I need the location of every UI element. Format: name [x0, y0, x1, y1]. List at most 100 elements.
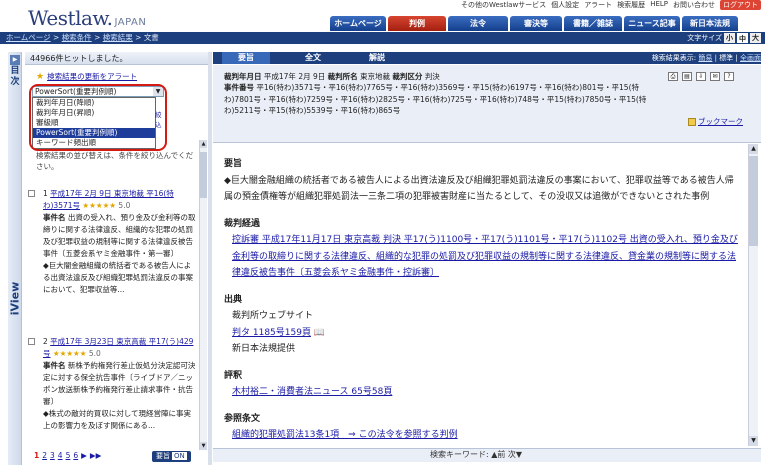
- summary-toggle-label: 要旨: [156, 452, 170, 460]
- page-2[interactable]: 2: [42, 451, 47, 460]
- summary-toggle[interactable]: 要旨 ON: [152, 451, 191, 462]
- nav-tab-hanrei[interactable]: 判例: [388, 16, 446, 31]
- font-size-medium[interactable]: 中: [737, 33, 748, 43]
- scroll-up-icon[interactable]: ▲: [200, 140, 207, 148]
- download-icon[interactable]: ⇩: [696, 72, 706, 81]
- breadcrumb: ホームページ > 検索条件 > 検索結果 > 文書: [6, 33, 159, 42]
- result-case-name: 出資の受入れ、預り金及び金利等の取締りに関する法律違反、組織的な犯罪の処罰及び犯…: [43, 213, 196, 258]
- scroll-down-icon[interactable]: ▼: [200, 442, 207, 450]
- document-meta: 裁判年月日 平成17年 2月 9日 裁判所名 東京地裁 裁判区分 判決 事件番号…: [224, 71, 664, 117]
- collapse-arrow-icon[interactable]: ▶: [10, 55, 20, 65]
- nav-tab-hourei[interactable]: 法令: [448, 16, 508, 31]
- util-settings[interactable]: 個人設定: [551, 0, 579, 10]
- breadcrumb-document: 文書: [143, 33, 159, 42]
- pager: 1 2 3 4 5 6 ▶ ▶▶: [34, 451, 101, 460]
- right-scrollbar[interactable]: ▲ ▼: [748, 144, 758, 446]
- nav-tab-home[interactable]: ホームページ: [330, 16, 386, 31]
- section-title-shutten: 出典: [224, 294, 243, 305]
- page-6[interactable]: 6: [73, 451, 78, 460]
- display-mode-standard[interactable]: 標準: [719, 54, 733, 62]
- nav-tab-books[interactable]: 書籍／雑誌: [564, 16, 622, 31]
- meta-date-label: 裁判年月日: [224, 72, 262, 81]
- bookmark-link[interactable]: ブックマーク: [688, 116, 743, 127]
- tab-zenbun[interactable]: 全文: [282, 52, 344, 64]
- mokuji-label[interactable]: 目次: [9, 66, 21, 88]
- meta-court-label: 裁判所名: [327, 72, 358, 81]
- mail-icon[interactable]: ✉: [710, 72, 720, 81]
- sansho-link[interactable]: 組織的犯罪処罰法13条1項 ⇒ この法令を参照する判例: [224, 427, 740, 444]
- scroll-thumb[interactable]: [749, 156, 758, 246]
- book-icon[interactable]: 📖: [314, 328, 325, 338]
- breadcrumb-search-conditions[interactable]: 検索条件: [62, 33, 92, 42]
- page-4[interactable]: 4: [58, 451, 63, 460]
- logout-button[interactable]: ログアウト: [720, 0, 761, 10]
- help-icon[interactable]: ?: [724, 72, 734, 81]
- meta-case-no: 平16(特わ)3571号・平16(特わ)7765号・平16(特わ)3569号・平…: [224, 83, 647, 116]
- hyoshaku-link[interactable]: 木村裕二・消費者法ニュース 65号58頁: [224, 384, 740, 401]
- result-case-name: 新株予約権発行差止仮処分決定認可決定に対する保全抗告事件〔ライブドア／ニッポン放…: [43, 361, 196, 406]
- util-help[interactable]: HELP: [650, 0, 668, 10]
- font-size-control: 文字サイズ 小 中 大: [687, 33, 761, 43]
- section-title-sansho: 参照条文: [224, 413, 261, 424]
- page-1[interactable]: 1: [34, 451, 39, 460]
- section-title-keika: 裁判経過: [224, 218, 261, 229]
- scroll-thumb[interactable]: [200, 152, 207, 198]
- display-mode-label: 検索結果表示:: [651, 54, 697, 62]
- iview-label[interactable]: iView: [9, 278, 22, 320]
- result-number: 1: [43, 189, 48, 198]
- panel-divider[interactable]: [208, 52, 212, 465]
- document-content: 要旨 ◆巨大闇金融組織の統括者である被告人による出資法違反及び組織犯罪処罰法違反…: [224, 150, 740, 444]
- font-size-small[interactable]: 小: [724, 33, 735, 43]
- tab-youshi[interactable]: 要旨: [222, 52, 270, 64]
- result-number: 2: [43, 337, 48, 346]
- last-page-icon[interactable]: ▶▶: [90, 451, 102, 460]
- nav-tab-shinketsu[interactable]: 審決等: [510, 16, 562, 31]
- display-mode-full[interactable]: 全画面: [740, 54, 761, 62]
- highlight-annotation: [29, 84, 167, 151]
- document-tools: ⎙ ▤ ⇩ ✉ ?: [668, 72, 734, 81]
- result-checkbox[interactable]: [28, 338, 35, 345]
- tab-kaisetsu[interactable]: 解説: [352, 52, 402, 64]
- meta-case-no-label: 事件番号: [224, 83, 254, 93]
- util-contact[interactable]: お問い合わせ: [673, 0, 715, 10]
- display-mode-simple[interactable]: 簡易: [698, 54, 712, 62]
- meta-kind-label: 裁判区分: [392, 72, 423, 81]
- page-5[interactable]: 5: [66, 451, 71, 460]
- scroll-down-icon[interactable]: ▼: [749, 436, 758, 446]
- util-alert[interactable]: アラート: [584, 0, 612, 10]
- result-checkbox[interactable]: [28, 190, 35, 197]
- print-icon[interactable]: ⎙: [668, 72, 678, 81]
- breadcrumb-home[interactable]: ホームページ: [6, 33, 51, 42]
- search-keyword-nav[interactable]: 検索キーワード: ▲前 次▼: [430, 449, 522, 460]
- shutten-link[interactable]: 判タ 1185号159頁: [232, 328, 311, 338]
- utility-links: その他のWestlawサービス 個人設定 アラート 検索履歴 HELP お問い合…: [461, 0, 761, 10]
- result-summary: ◆巨大闇金融組織の統括者である被告人による出資法違反及び組織犯罪処罰法違反の事案…: [43, 261, 193, 294]
- keika-link[interactable]: 控訴審 平成17年11月17日 東京高裁 判決 平17(う)1100号・平17(…: [224, 232, 740, 282]
- result-stars: ★★★★★: [82, 201, 117, 210]
- util-history[interactable]: 検索履歴: [617, 0, 645, 10]
- shutten-item: 裁判所ウェブサイト: [232, 311, 314, 321]
- breadcrumb-search-results[interactable]: 検索結果: [103, 33, 133, 42]
- shutten-item: 新日本法規提供: [232, 344, 296, 354]
- nav-tab-news[interactable]: ニュース記事: [624, 16, 680, 31]
- nav-tab-shinnihon[interactable]: 新日本法規: [682, 16, 738, 31]
- alert-link-text[interactable]: 検索結果の更新をアラート: [47, 72, 137, 81]
- youshi-text: ◆巨大闇金融組織の統括者である被告人による出資法違反及び組織犯罪処罰法違反の事案…: [224, 175, 734, 203]
- narrow-button[interactable]: 絞込: [155, 109, 167, 129]
- star-icon: ★: [36, 72, 45, 82]
- scroll-up-icon[interactable]: ▲: [749, 144, 758, 154]
- display-mode: 検索結果表示: 簡易 | 標準 | 全画面: [651, 54, 761, 62]
- westlaw-logo[interactable]: Westlaw. JAPAN: [28, 6, 146, 30]
- left-scrollbar[interactable]: ▲ ▼: [199, 140, 207, 450]
- next-page-icon[interactable]: ▶: [81, 451, 87, 460]
- summary-toggle-state: ON: [172, 452, 187, 460]
- font-size-large[interactable]: 大: [750, 33, 761, 43]
- util-other-services[interactable]: その他のWestlawサービス: [461, 0, 546, 10]
- result-score: 5.0: [118, 201, 131, 210]
- save-icon[interactable]: ▤: [682, 72, 692, 81]
- meta-court: 東京地裁: [360, 72, 391, 81]
- page-3[interactable]: 3: [50, 451, 55, 460]
- bookmark-text[interactable]: ブックマーク: [698, 117, 743, 126]
- alert-link[interactable]: ★ 検索結果の更新をアラート: [36, 71, 137, 82]
- result-case-label: 事件名: [43, 361, 66, 370]
